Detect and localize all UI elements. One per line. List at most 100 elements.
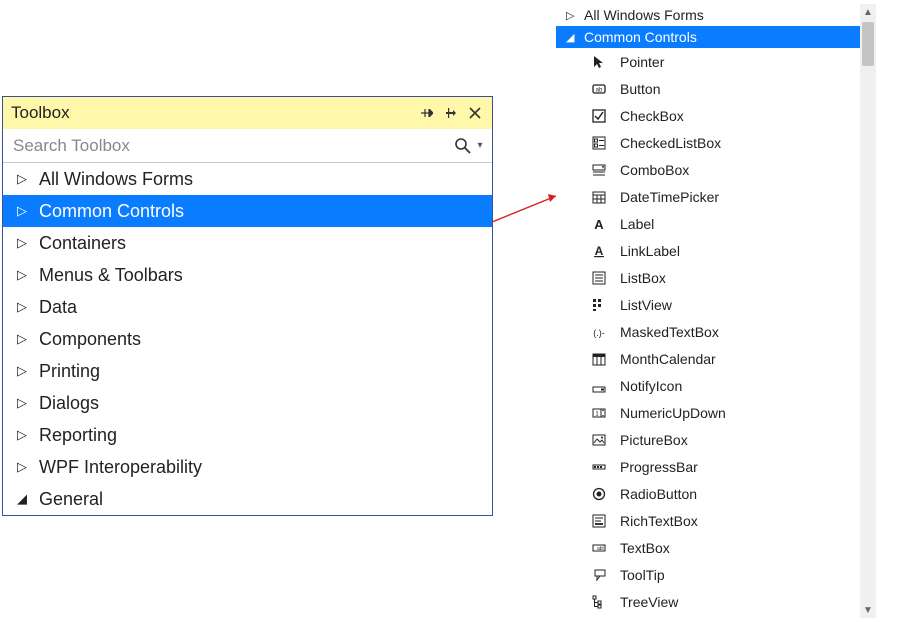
tool-label: ListBox (620, 270, 666, 286)
tool-datetimepicker[interactable]: DateTimePicker (556, 183, 860, 210)
search-dropdown-icon[interactable]: ▾ (474, 140, 486, 151)
category-label: WPF Interoperability (39, 457, 202, 478)
tool-listbox[interactable]: ListBox (556, 264, 860, 291)
window-position-icon[interactable] (418, 104, 436, 122)
category-containers[interactable]: ▷ Containers (3, 227, 492, 259)
tool-combobox[interactable]: ComboBox (556, 156, 860, 183)
tool-label: ProgressBar (620, 459, 698, 475)
scroll-up-icon[interactable]: ▲ (860, 4, 876, 20)
button-icon: ab (590, 80, 608, 98)
search-input[interactable] (11, 135, 452, 157)
category-label: Menus & Toolbars (39, 265, 183, 286)
category-label: Printing (39, 361, 100, 382)
scroll-thumb[interactable] (862, 22, 874, 66)
category-label: Containers (39, 233, 126, 254)
category-label: Components (39, 329, 141, 350)
tool-label: Button (620, 81, 660, 97)
datetimepicker-icon (590, 188, 608, 206)
tool-richtextbox[interactable]: RichTextBox (556, 507, 860, 534)
tool-treeview[interactable]: TreeView (556, 588, 860, 615)
tool-checkedlistbox[interactable]: CheckedListBox (556, 129, 860, 156)
expanded-arrow-icon: ◢ (566, 31, 578, 44)
tool-picturebox[interactable]: PictureBox (556, 426, 860, 453)
picturebox-icon (590, 431, 608, 449)
tool-label: CheckBox (620, 108, 684, 124)
collapsed-arrow-icon: ▷ (17, 299, 31, 315)
checkedlistbox-icon (590, 134, 608, 152)
linklabel-icon: A (590, 242, 608, 260)
numericupdown-icon: 1 (590, 404, 608, 422)
toolbox-expanded-content: ▷ All Windows Forms ◢ Common Controls Po… (556, 4, 860, 618)
tool-label: RichTextBox (620, 513, 698, 529)
toolbox-expanded-panel: ▷ All Windows Forms ◢ Common Controls Po… (556, 4, 876, 618)
category-label: Common Controls (39, 201, 184, 222)
svg-text:(.)-: (.)- (593, 328, 605, 338)
scroll-down-icon[interactable]: ▼ (860, 602, 876, 618)
collapsed-arrow-icon: ▷ (17, 363, 31, 379)
category-general[interactable]: ◢ General (3, 483, 492, 515)
tool-monthcalendar[interactable]: MonthCalendar (556, 345, 860, 372)
tool-label: MaskedTextBox (620, 324, 719, 340)
collapsed-arrow-icon: ▷ (17, 331, 31, 347)
tool-textbox[interactable]: abl TextBox (556, 534, 860, 561)
tool-radiobutton[interactable]: RadioButton (556, 480, 860, 507)
collapsed-arrow-icon: ▷ (17, 459, 31, 475)
tool-label: TreeView (620, 594, 678, 610)
progressbar-icon (590, 458, 608, 476)
tool-listview[interactable]: ListView (556, 291, 860, 318)
category-label: General (39, 489, 103, 510)
tool-label: TextBox (620, 540, 670, 556)
tool-linklabel[interactable]: A LinkLabel (556, 237, 860, 264)
category-data[interactable]: ▷ Data (3, 291, 492, 323)
toolbox-category-list: ▷ All Windows Forms ▷ Common Controls ▷ … (3, 163, 492, 515)
svg-text:A: A (594, 217, 604, 231)
notifyicon-icon (590, 377, 608, 395)
collapsed-arrow-icon: ▷ (17, 203, 31, 219)
label-icon: A (590, 215, 608, 233)
tool-checkbox[interactable]: CheckBox (556, 102, 860, 129)
tool-maskedtextbox[interactable]: (.)- MaskedTextBox (556, 318, 860, 345)
svg-text:ab: ab (596, 87, 603, 93)
category-components[interactable]: ▷ Components (3, 323, 492, 355)
leader-arrow-icon (490, 190, 566, 226)
svg-text:A: A (595, 244, 604, 258)
maskedtextbox-icon: (.)- (590, 323, 608, 341)
tool-webbrowser[interactable]: WebBrowser (556, 615, 860, 618)
search-icon[interactable] (452, 135, 474, 157)
svg-text:abl: abl (597, 546, 604, 552)
tool-label: Label (620, 216, 654, 232)
monthcalendar-icon (590, 350, 608, 368)
category-menus-toolbars[interactable]: ▷ Menus & Toolbars (3, 259, 492, 291)
tool-label[interactable]: A Label (556, 210, 860, 237)
close-icon[interactable] (466, 104, 484, 122)
collapsed-arrow-icon: ▷ (17, 395, 31, 411)
tool-button[interactable]: ab Button (556, 75, 860, 102)
tool-label: PictureBox (620, 432, 688, 448)
category-all-windows-forms[interactable]: ▷ All Windows Forms (556, 4, 860, 26)
category-label: Dialogs (39, 393, 99, 414)
tool-progressbar[interactable]: ProgressBar (556, 453, 860, 480)
pin-icon[interactable] (442, 104, 460, 122)
category-common-controls[interactable]: ◢ Common Controls (556, 26, 860, 48)
tool-label: ToolTip (620, 567, 665, 583)
tool-label: ListView (620, 297, 672, 313)
tool-pointer[interactable]: Pointer (556, 48, 860, 75)
scrollbar[interactable]: ▲ ▼ (860, 4, 876, 618)
category-common-controls[interactable]: ▷ Common Controls (3, 195, 492, 227)
tool-tooltip[interactable]: ToolTip (556, 561, 860, 588)
category-dialogs[interactable]: ▷ Dialogs (3, 387, 492, 419)
category-all-windows-forms[interactable]: ▷ All Windows Forms (3, 163, 492, 195)
category-wpf-interop[interactable]: ▷ WPF Interoperability (3, 451, 492, 483)
category-label: Data (39, 297, 77, 318)
category-label: All Windows Forms (584, 7, 704, 23)
category-reporting[interactable]: ▷ Reporting (3, 419, 492, 451)
collapsed-arrow-icon: ▷ (17, 427, 31, 443)
tooltip-icon (590, 566, 608, 584)
tool-notifyicon[interactable]: NotifyIcon (556, 372, 860, 399)
radiobutton-icon (590, 485, 608, 503)
combobox-icon (590, 161, 608, 179)
tool-numericupdown[interactable]: 1 NumericUpDown (556, 399, 860, 426)
category-printing[interactable]: ▷ Printing (3, 355, 492, 387)
richtextbox-icon (590, 512, 608, 530)
category-label: Reporting (39, 425, 117, 446)
